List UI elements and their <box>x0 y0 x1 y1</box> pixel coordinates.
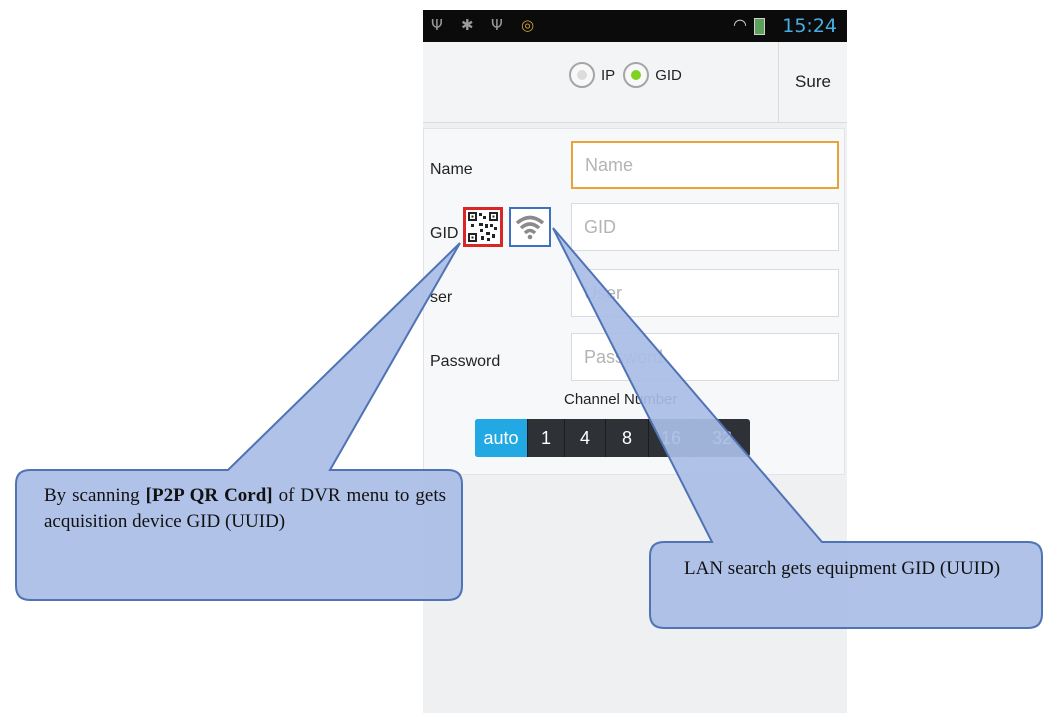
channel-option-1[interactable]: 1 <box>528 419 565 457</box>
qr-callout-text: By scanning [P2P QR Cord] of DVR menu to… <box>44 483 446 535</box>
lan-callout-text: LAN search gets equipment GID (UUID) <box>684 558 1001 579</box>
gid-field[interactable]: GID <box>571 203 839 251</box>
qr-scan-icon[interactable] <box>463 207 503 247</box>
channel-option-32[interactable]: 32 <box>694 419 750 457</box>
name-field[interactable]: Name <box>571 141 839 189</box>
lan-search-icon[interactable] <box>509 207 551 247</box>
connection-type-selector: IP GID <box>569 60 690 90</box>
usb-icon: Ψ <box>431 16 443 34</box>
radio-gid[interactable] <box>623 62 650 88</box>
channel-number-label: Channel Number <box>564 391 678 408</box>
sure-button[interactable]: Sure <box>778 42 847 122</box>
channel-option-auto[interactable]: auto <box>475 419 528 457</box>
radio-ip[interactable] <box>569 62 595 88</box>
channel-option-4[interactable]: 4 <box>565 419 606 457</box>
password-label: Password <box>430 353 501 370</box>
top-bar: IP GID Sure <box>423 42 847 123</box>
phone-screen: Ψ ✱ Ψ ◎ ◠ 15:24 IP GID Sure Name Name GI… <box>423 10 847 713</box>
name-label: Name <box>430 161 473 178</box>
user-field[interactable]: User <box>571 269 839 317</box>
password-field[interactable]: Password <box>571 333 839 381</box>
radio-ip-label[interactable]: IP <box>601 67 615 84</box>
wifi-icon: ◠ <box>733 15 747 34</box>
wifi-icon <box>515 215 545 240</box>
user-label: ser <box>430 289 453 306</box>
channel-selector: auto 1 4 8 16 32 <box>475 419 750 457</box>
usb-icon: Ψ <box>491 16 503 34</box>
qr-callout-bold: [P2P QR Cord] <box>145 485 273 506</box>
battery-icon <box>754 18 765 35</box>
gid-label: GID <box>430 225 459 242</box>
status-bar: Ψ ✱ Ψ ◎ ◠ 15:24 <box>423 10 847 42</box>
channel-option-8[interactable]: 8 <box>606 419 649 457</box>
qr-callout-shape <box>15 242 463 601</box>
radio-gid-label[interactable]: GID <box>655 67 682 84</box>
device-form: Name Name GID GID ser User Password Pass… <box>423 128 845 475</box>
app-icon: ◎ <box>521 16 535 34</box>
clock: 15:24 <box>782 15 837 37</box>
channel-option-16[interactable]: 16 <box>649 419 694 457</box>
qr-callout-text-part1: By scanning <box>44 485 146 506</box>
android-debug-icon: ✱ <box>461 16 474 34</box>
